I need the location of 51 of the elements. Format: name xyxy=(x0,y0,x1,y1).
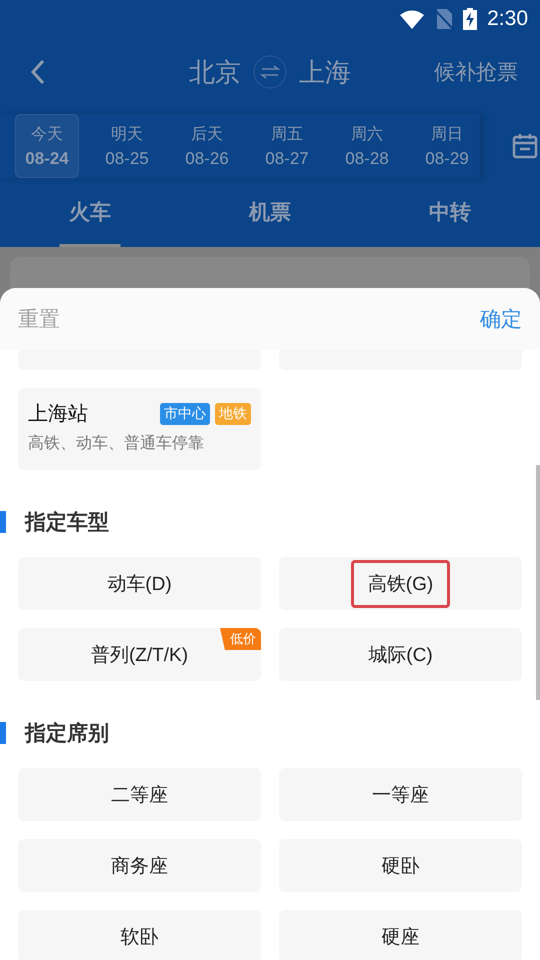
option-label: 硬卧 xyxy=(380,854,420,878)
back-icon[interactable] xyxy=(30,59,46,85)
option-label: 商务座 xyxy=(110,854,169,878)
swap-icon[interactable] xyxy=(253,55,287,89)
status-time: 2:30 xyxy=(487,7,528,31)
option-button[interactable]: 二等座 xyxy=(18,768,261,821)
option-button[interactable]: 普列(Z/T/K) 低价 xyxy=(18,628,261,681)
reset-button[interactable]: 重置 xyxy=(18,305,60,333)
waitlist-link[interactable]: 候补抢票 xyxy=(434,58,518,86)
option-button[interactable]: 一等座 xyxy=(279,768,522,821)
date-tab[interactable]: 今天 08-24 xyxy=(15,114,79,178)
to-city[interactable]: 上海 xyxy=(299,54,351,90)
option-label: 动车(D) xyxy=(106,572,173,596)
mode-tab[interactable]: 机票 xyxy=(180,184,360,247)
calendar-icon[interactable] xyxy=(512,133,538,159)
section-marker xyxy=(0,511,6,533)
mode-tab[interactable]: 火车 xyxy=(0,184,180,247)
option-button[interactable]: 高铁(G) xyxy=(279,557,522,610)
option-button[interactable]: 硬卧 xyxy=(279,839,522,892)
station-note: 高铁、动车、普通车停靠 xyxy=(28,433,205,454)
wifi-icon xyxy=(399,9,426,29)
station-tag: 地铁 xyxy=(215,402,251,424)
option-label: 高铁(G) xyxy=(350,560,450,608)
battery-charging-icon xyxy=(463,8,478,30)
date-tab[interactable]: 周六 08-28 xyxy=(335,114,399,178)
date-tab[interactable]: 周日 08-29 xyxy=(415,114,479,178)
station-card[interactable]: 上海站 市中心 地铁 高铁、动车、普通车停靠 xyxy=(18,388,261,470)
date-tab[interactable]: 周五 08-27 xyxy=(255,114,319,178)
option-label: 软卧 xyxy=(120,926,160,950)
no-sim-icon xyxy=(435,8,454,30)
station-name: 上海站 xyxy=(28,402,88,427)
from-city[interactable]: 北京 xyxy=(189,54,241,90)
option-label: 一等座 xyxy=(371,784,430,808)
option-label: 二等座 xyxy=(110,784,169,808)
option-button[interactable]: 动车(D) xyxy=(18,557,261,610)
date-tab[interactable]: 后天 08-26 xyxy=(175,114,239,178)
option-label: 硬座 xyxy=(380,926,420,950)
mode-tab[interactable]: 中转 xyxy=(360,184,540,247)
option-button[interactable]: 软卧 xyxy=(18,910,261,960)
option-label: 普列(Z/T/K) xyxy=(90,644,190,668)
option-button[interactable]: 硬座 xyxy=(279,910,522,960)
date-tab[interactable]: 明天 08-25 xyxy=(95,114,159,178)
section-marker xyxy=(0,722,6,744)
confirm-button[interactable]: 确定 xyxy=(480,305,522,333)
station-tag: 市中心 xyxy=(160,402,210,424)
section-title: 指定车型 xyxy=(25,510,109,536)
section-title: 指定席别 xyxy=(25,720,109,747)
low-price-badge: 低价 xyxy=(220,628,261,650)
option-button[interactable]: 城际(C) xyxy=(279,628,522,681)
option-button[interactable]: 商务座 xyxy=(18,839,261,892)
option-label: 城际(C) xyxy=(367,644,434,668)
